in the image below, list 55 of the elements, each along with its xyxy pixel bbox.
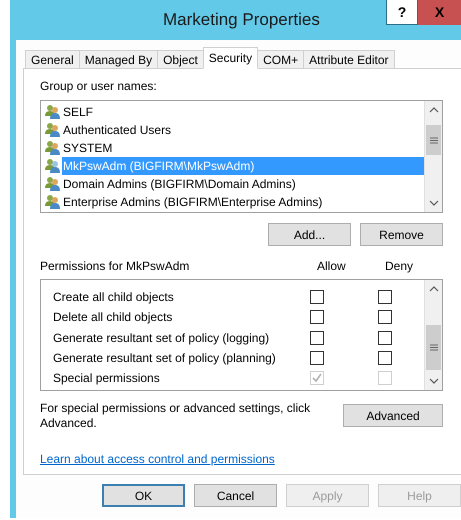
checkbox[interactable] — [378, 310, 392, 324]
user-item[interactable]: Authenticated Users — [62, 121, 424, 139]
help-button[interactable]: ? — [386, 0, 418, 25]
scroll-down-icon[interactable] — [428, 378, 438, 384]
window-title: Marketing Properties — [163, 9, 320, 32]
user-item[interactable]: SYSTEM — [62, 139, 424, 157]
checkmark-icon — [312, 373, 322, 384]
permission-name: Delete all child objects — [52, 309, 174, 326]
user-item[interactable]: Domain Admins (BIGFIRM\Domain Admins) — [62, 175, 424, 193]
permissions-label: Permissions for MkPswAdm — [40, 258, 190, 275]
tab[interactable]: Managed By — [78, 50, 158, 69]
checkbox[interactable] — [310, 310, 324, 324]
tab[interactable]: Attribute Editor — [303, 50, 395, 69]
users-icon — [45, 140, 61, 156]
dialog-button[interactable]: OK — [102, 484, 185, 507]
users-icon — [45, 194, 61, 210]
scrollbar[interactable] — [424, 280, 442, 390]
users-icon — [45, 122, 61, 138]
users-icon — [45, 176, 61, 192]
permission-name: Generate resultant set of policy (logging) — [52, 330, 270, 347]
grip-icon — [430, 344, 438, 351]
advanced-hint: For special permissions or advanced settings, click Advanced. — [40, 401, 312, 431]
users-icon — [45, 104, 61, 120]
column-header: Allow — [317, 258, 347, 275]
checkbox[interactable] — [378, 351, 392, 366]
grip-icon — [430, 136, 438, 144]
checkbox[interactable] — [310, 290, 324, 304]
checkbox[interactable] — [378, 290, 392, 304]
tab[interactable]: Security — [202, 47, 258, 69]
user-item[interactable]: SELF — [62, 103, 424, 121]
scroll-thumb[interactable] — [426, 325, 441, 370]
dialog-button[interactable]: Cancel — [194, 484, 277, 507]
checkbox[interactable] — [378, 330, 392, 345]
scrollbar[interactable] — [424, 101, 442, 212]
users-icon — [45, 158, 61, 174]
tab[interactable]: COM+ — [257, 50, 304, 69]
scroll-up-icon[interactable] — [428, 107, 438, 113]
permission-name: Create all child objects — [52, 289, 175, 306]
scroll-down-icon[interactable] — [428, 200, 438, 206]
dialog-button[interactable]: Remove — [360, 223, 443, 246]
checkbox[interactable] — [310, 330, 324, 345]
user-item[interactable]: Enterprise Admins (BIGFIRM\Enterprise Admins) — [62, 193, 424, 211]
checkbox[interactable] — [310, 351, 324, 366]
tab[interactable]: Object — [157, 50, 204, 69]
group-label: Group or user names: — [40, 78, 158, 95]
close-button[interactable]: X — [418, 0, 461, 25]
scroll-thumb[interactable] — [426, 125, 441, 155]
dialog-button[interactable]: Add... — [268, 223, 351, 246]
permission-name: Generate resultant set of policy (planning) — [52, 350, 277, 368]
permission-name: Special permissions — [52, 370, 161, 388]
help-link[interactable]: Learn about access control and permissions — [40, 450, 275, 468]
scroll-up-icon[interactable] — [428, 286, 438, 292]
tab[interactable]: General — [25, 50, 80, 69]
column-header: Deny — [385, 258, 414, 275]
dialog-button[interactable]: Advanced — [343, 404, 443, 427]
